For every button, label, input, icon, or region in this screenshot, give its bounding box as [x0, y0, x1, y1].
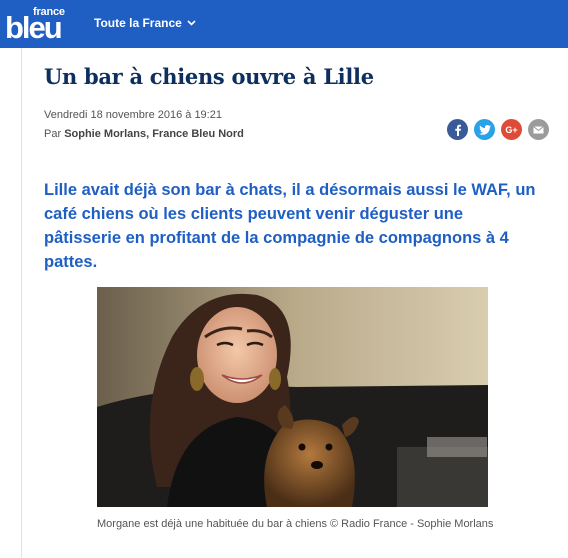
region-menu-label: Toute la France [94, 16, 182, 30]
share-buttons: G+ [447, 119, 549, 140]
header-bar: france bleu Toute la France [0, 0, 568, 48]
google-plus-share-button[interactable]: G+ [501, 119, 522, 140]
article-byline: Par Sophie Morlans, France Bleu Nord [44, 128, 244, 140]
article-title: Un bar à chiens ouvre à Lille [44, 64, 374, 89]
article-date: Vendredi 18 novembre 2016 à 19:21 [44, 109, 222, 121]
logo-bleu-text: bleu [5, 10, 63, 45]
article-lead: Lille avait déjà son bar à chats, il a d… [44, 181, 536, 271]
france-bleu-logo[interactable]: france bleu [5, 6, 69, 45]
twitter-share-button[interactable] [474, 119, 495, 140]
twitter-icon [478, 124, 491, 135]
region-menu[interactable]: Toute la France [94, 14, 196, 32]
chevron-down-icon [187, 20, 196, 26]
mail-icon [533, 125, 544, 133]
photo-caption: Morgane est déjà une habituée du bar à c… [97, 518, 494, 530]
facebook-share-button[interactable] [447, 119, 468, 140]
photo-woman-with-dog [97, 287, 488, 507]
facebook-icon [454, 124, 461, 136]
byline-prefix: Par [44, 128, 62, 140]
mail-share-button[interactable] [528, 119, 549, 140]
byline-author[interactable]: Sophie Morlans, France Bleu Nord [64, 128, 244, 140]
article-photo[interactable] [97, 287, 488, 507]
google-plus-icon: G+ [505, 124, 518, 135]
content-divider [21, 48, 22, 558]
